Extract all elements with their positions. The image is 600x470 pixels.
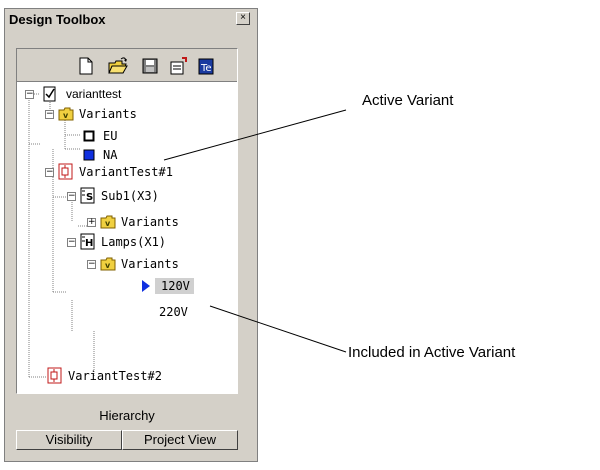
included-variant-pointer	[209, 305, 347, 353]
callout-included-variant: Included in Active Variant	[348, 344, 516, 361]
callout-lines	[163, 109, 347, 353]
active-variant-pointer	[163, 109, 347, 161]
callout-active-variant: Active Variant	[362, 92, 454, 109]
